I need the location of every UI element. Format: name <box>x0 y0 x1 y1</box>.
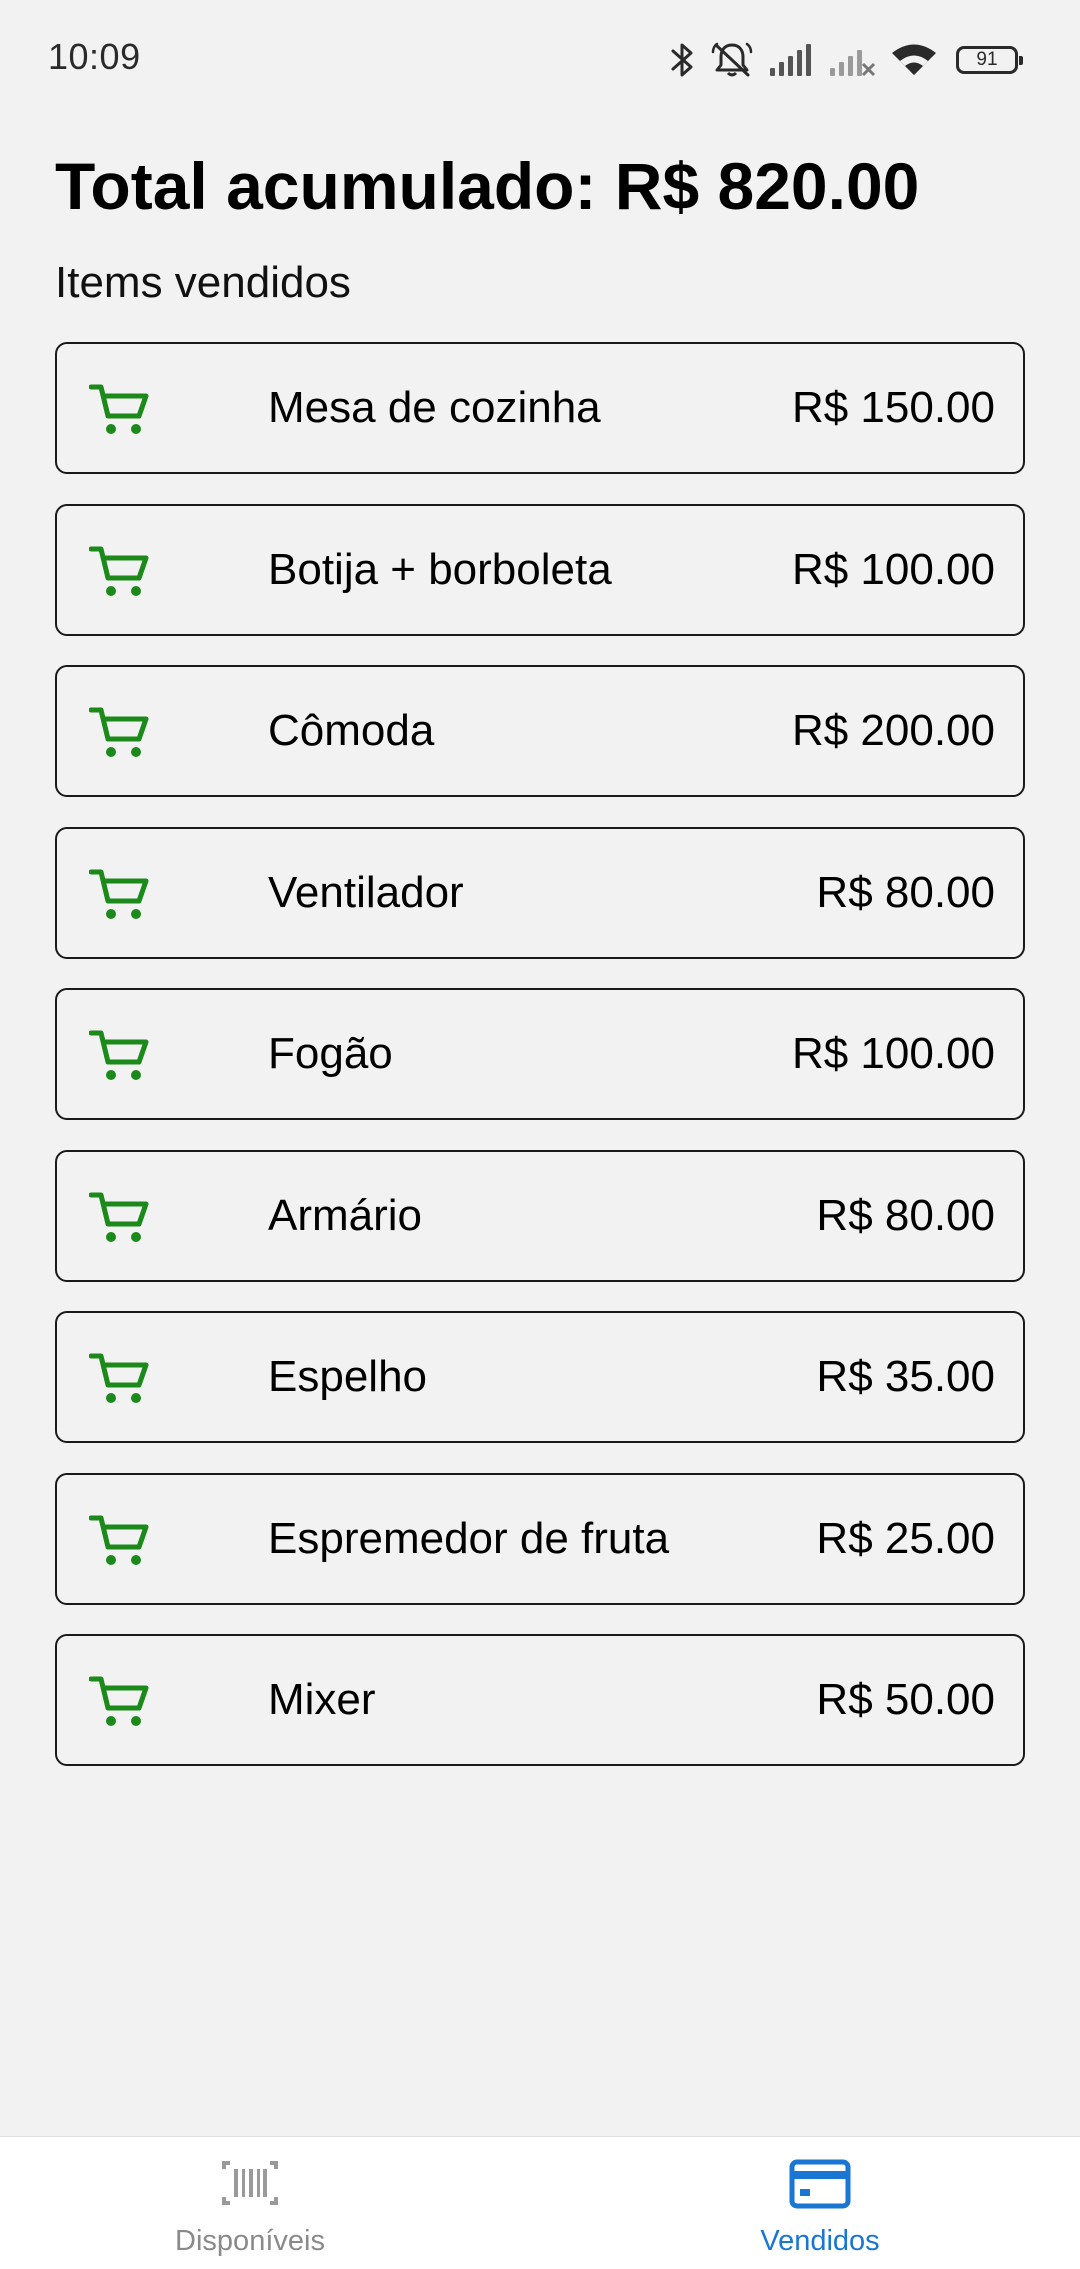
item-price: R$ 80.00 <box>816 1190 995 1240</box>
tab-label: Disponíveis <box>175 2225 325 2257</box>
list-item[interactable]: Mixer R$ 50.00 <box>55 1634 1025 1766</box>
item-name: Armário <box>268 1190 423 1240</box>
tab-vendidos[interactable]: Vendidos <box>540 2137 1080 2269</box>
item-name: Botija + borboleta <box>268 544 612 594</box>
item-name: Cômoda <box>268 706 435 755</box>
cart-icon <box>88 705 149 761</box>
tab-label: Vendidos <box>760 2225 880 2257</box>
item-price: R$ 150.00 <box>791 383 995 432</box>
list-item[interactable]: Ventilador R$ 80.00 <box>55 826 1025 959</box>
cart-icon <box>88 1351 149 1407</box>
status-icons: 91 <box>670 34 1023 86</box>
status-time: 10:09 <box>48 36 141 77</box>
item-name: Espremedor de fruta <box>268 1513 670 1563</box>
cart-icon <box>88 1513 149 1569</box>
bluetooth-icon <box>670 40 696 80</box>
item-name: Ventilador <box>268 867 464 917</box>
list-item[interactable]: Botija + borboleta R$ 100.00 <box>55 503 1025 636</box>
sold-items-list: Mesa de cozinha R$ 150.00 Botija + borbo… <box>55 342 1025 1796</box>
app-screen: 10:09 91 Total acumulado: R$ 820.00 Item… <box>0 0 1080 2269</box>
cart-icon <box>88 867 149 923</box>
cart-icon <box>88 544 149 600</box>
cart-icon <box>88 382 149 438</box>
bottom-navigation: Disponíveis Vendidos <box>0 2136 1080 2269</box>
list-item[interactable]: Mesa de cozinha R$ 150.00 <box>55 342 1025 474</box>
cart-icon <box>88 1028 149 1084</box>
section-label-sold-items: Items vendidos <box>55 258 351 307</box>
barcode-icon <box>220 2159 280 2212</box>
battery-icon: 91 <box>956 46 1023 74</box>
item-price: R$ 50.00 <box>816 1675 995 1724</box>
signal-icon <box>768 42 814 78</box>
list-item[interactable]: Armário R$ 80.00 <box>55 1149 1025 1282</box>
item-price: R$ 25.00 <box>816 1513 995 1563</box>
cart-icon <box>88 1190 149 1246</box>
tab-disponiveis[interactable]: Disponíveis <box>0 2137 540 2269</box>
list-item[interactable]: Espremedor de fruta R$ 25.00 <box>55 1472 1025 1605</box>
item-name: Fogão <box>268 1029 393 1078</box>
list-item[interactable]: Espelho R$ 35.00 <box>55 1311 1025 1443</box>
cart-icon <box>88 1674 149 1730</box>
item-price: R$ 100.00 <box>791 1029 995 1078</box>
item-price: R$ 35.00 <box>816 1352 995 1401</box>
item-price: R$ 80.00 <box>816 867 995 917</box>
wifi-icon <box>890 42 938 78</box>
credit-card-icon <box>789 2159 851 2214</box>
list-item[interactable]: Cômoda R$ 200.00 <box>55 665 1025 797</box>
item-name: Mesa de cozinha <box>268 383 601 432</box>
signal-no-service-icon <box>828 42 876 78</box>
item-price: R$ 200.00 <box>791 706 995 755</box>
item-name: Espelho <box>268 1352 428 1401</box>
list-item[interactable]: Fogão R$ 100.00 <box>55 988 1025 1120</box>
status-bar: 10:09 91 <box>0 0 1080 120</box>
bell-off-icon <box>710 40 754 80</box>
item-price: R$ 100.00 <box>791 544 995 594</box>
item-name: Mixer <box>268 1675 376 1724</box>
total-accumulated-title: Total acumulado: R$ 820.00 <box>55 149 920 223</box>
